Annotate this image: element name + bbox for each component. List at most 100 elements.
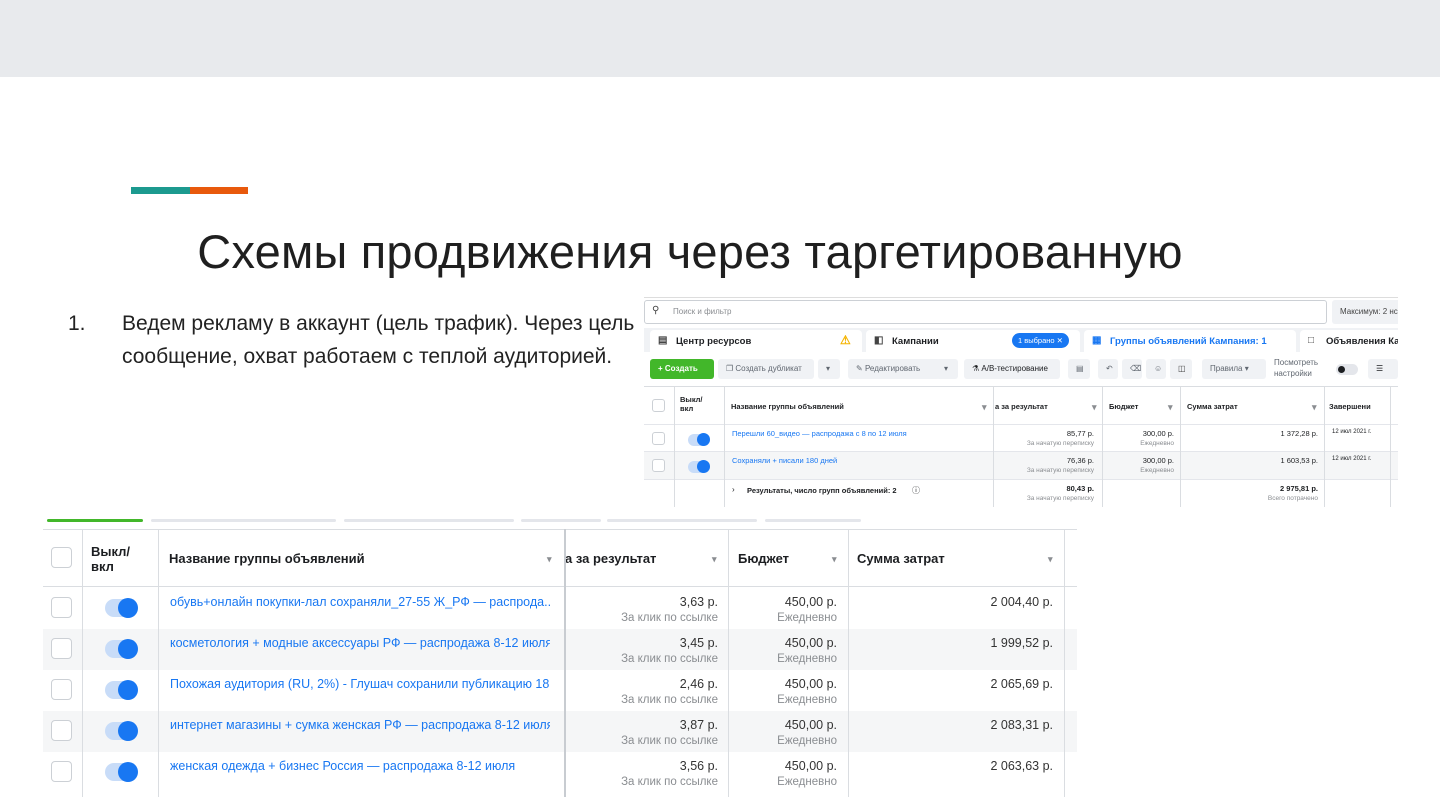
- toolbar-button-stub: [765, 519, 861, 522]
- slide-top-band: [0, 0, 1440, 77]
- selected-badge-label: 1 выбрано: [1018, 336, 1055, 345]
- row-spend: 1 999,52 р.: [990, 636, 1053, 650]
- tab-resource-center[interactable]: ▤ Центр ресурсов ⚠: [650, 330, 862, 352]
- edit-button[interactable]: ✎ Редактировать: [848, 359, 940, 379]
- row-checkbox[interactable]: [51, 597, 72, 618]
- toggle-knob: [118, 598, 138, 618]
- row-checkbox[interactable]: [51, 720, 72, 741]
- row-budget: 450,00 р.: [784, 677, 837, 691]
- select-all-checkbox[interactable]: [652, 399, 665, 412]
- row-toggle[interactable]: [688, 460, 710, 473]
- table-row[interactable]: обувь+онлайн покупки-лал сохраняли_27-55…: [43, 588, 1077, 629]
- row-name-link[interactable]: Сохраняли + писали 180 дней: [732, 456, 837, 483]
- sort-icon[interactable]: ▾: [547, 554, 552, 565]
- sort-icon[interactable]: ▾: [832, 554, 837, 565]
- sort-icon[interactable]: ▾: [712, 554, 717, 565]
- row-name-link[interactable]: Похожая аудитория (RU, 2%) - Глушач сохр…: [170, 677, 550, 691]
- column-divider: [724, 387, 725, 507]
- archive-icon[interactable]: ▤: [1068, 359, 1090, 379]
- table-row[interactable]: Похожая аудитория (RU, 2%) - Глушач сохр…: [43, 670, 1077, 711]
- row-name-link[interactable]: косметология + модные аксессуары РФ — ра…: [170, 636, 550, 650]
- row-toggle[interactable]: [105, 680, 138, 700]
- column-divider: [158, 529, 159, 797]
- sort-icon[interactable]: ▾: [1092, 402, 1097, 413]
- toggle-knob: [118, 639, 138, 659]
- select-all-checkbox[interactable]: [51, 547, 72, 568]
- row-toggle[interactable]: [105, 639, 138, 659]
- ads-manager-screenshot-small: ⚲ Поиск и фильтр Максимум: 2 нс ▤ Центр …: [644, 297, 1398, 507]
- toolbar-button-stub: [607, 519, 757, 522]
- sort-icon[interactable]: ▾: [1312, 402, 1317, 413]
- row-end: 12 июл 2021 г.: [1332, 456, 1372, 462]
- table-row[interactable]: косметология + модные аксессуары РФ — ра…: [43, 629, 1077, 670]
- toolbar-button-stub: [344, 519, 514, 522]
- column-divider: [674, 387, 675, 507]
- row-cost: 3,45 р.: [679, 636, 718, 650]
- create-button[interactable]: + Создать: [650, 359, 714, 379]
- table-row[interactable]: женская одежда + бизнес Россия — распрод…: [43, 752, 1077, 793]
- rules-button[interactable]: Правила ▾: [1202, 359, 1266, 379]
- row-toggle[interactable]: [105, 721, 138, 741]
- row-checkbox[interactable]: [51, 638, 72, 659]
- column-resize-handle[interactable]: ⋮: [1072, 551, 1077, 565]
- row-checkbox[interactable]: [652, 459, 665, 472]
- row-spend: 2 063,63 р.: [990, 759, 1053, 773]
- row-name-link[interactable]: интернет магазины + сумка женская РФ — р…: [170, 718, 550, 732]
- row-toggle[interactable]: [688, 433, 710, 446]
- toolbar: + Создать ❐ Создать дубликат ▾ ✎ Редакти…: [644, 356, 1398, 382]
- duplicate-button[interactable]: ❐ Создать дубликат: [718, 359, 814, 379]
- row-budget-sub: Ежедневно: [777, 776, 837, 788]
- columns-icon[interactable]: ☰: [1368, 359, 1398, 379]
- warning-icon: ⚠: [840, 333, 851, 347]
- table-row[interactable]: интернет магазины + сумка женская РФ — р…: [43, 711, 1077, 752]
- view-settings-label[interactable]: Посмотреть настройки: [1274, 357, 1318, 379]
- row-toggle[interactable]: [105, 762, 138, 782]
- row-name-link[interactable]: женская одежда + бизнес Россия — распрод…: [170, 759, 550, 773]
- preview-icon[interactable]: ◫: [1170, 359, 1192, 379]
- selected-badge[interactable]: 1 выбрано ✕: [1012, 333, 1069, 348]
- row-cost: 2,46 р.: [679, 677, 718, 691]
- create-button-stub: [47, 519, 143, 522]
- rules-label: Правила: [1210, 364, 1243, 373]
- totals-label: Результаты, число групп объявлений: 2: [747, 486, 897, 495]
- bullet-number: 1.: [68, 312, 86, 335]
- search-filter-input[interactable]: ⚲ Поиск и фильтр: [644, 300, 1327, 324]
- edit-dropdown[interactable]: ▾: [936, 359, 958, 379]
- ab-test-button[interactable]: ⚗ А/В-тестирование: [964, 359, 1060, 379]
- row-checkbox[interactable]: [51, 761, 72, 782]
- table-row[interactable]: Сохраняли + писали 180 дней 76,36 р. За …: [644, 452, 1398, 480]
- row-budget-sub: Ежедневно: [777, 653, 837, 665]
- row-toggle[interactable]: [105, 598, 138, 618]
- edit-label: Редактировать: [864, 364, 921, 373]
- table-row[interactable]: Перешли 60_видео — распродажа с 8 по 12 …: [644, 425, 1398, 452]
- sort-icon[interactable]: ▾: [1168, 402, 1173, 413]
- header-budget[interactable]: Бюджет: [738, 551, 789, 566]
- tab-ads[interactable]: □ Объявления Ка: [1300, 330, 1398, 352]
- audience-icon[interactable]: ☺: [1146, 359, 1166, 379]
- row-budget-sub: Ежедневно: [777, 735, 837, 747]
- trash-icon[interactable]: ⌫: [1122, 359, 1142, 379]
- sort-icon[interactable]: ▾: [982, 402, 987, 413]
- ad-sets-table-small: Выкл/ вкл Название группы объявлений ▾ а…: [644, 386, 1398, 507]
- tab-label: Кампании: [892, 336, 939, 347]
- totals-spend-sub: Всего потрачено: [1267, 495, 1318, 502]
- row-cost-sub: За клик по ссылке: [621, 735, 718, 747]
- tab-campaigns[interactable]: ◧ Кампании 1 выбрано ✕: [866, 330, 1080, 352]
- header-cost[interactable]: а за результат: [565, 551, 725, 566]
- tab-ad-sets[interactable]: ▦ Группы объявлений Кампания: 1: [1084, 330, 1296, 352]
- undo-icon[interactable]: ↶: [1098, 359, 1118, 379]
- toolbar-cutoff: [43, 507, 1077, 523]
- header-toggle[interactable]: Выкл/ вкл: [91, 544, 141, 574]
- header-name[interactable]: Название группы объявлений: [169, 551, 365, 566]
- expand-chevron-icon[interactable]: ›: [732, 485, 735, 507]
- duplicate-dropdown[interactable]: ▾: [818, 359, 840, 379]
- toolbar-button-stub: [151, 519, 336, 522]
- row-checkbox[interactable]: [51, 679, 72, 700]
- row-name-link[interactable]: обувь+онлайн покупки-лал сохраняли_27-55…: [170, 595, 550, 609]
- sort-icon[interactable]: ▾: [1048, 554, 1053, 565]
- row-checkbox[interactable]: [652, 432, 665, 445]
- header-spend[interactable]: Сумма затрат: [857, 551, 945, 566]
- info-icon[interactable]: ⓘ: [912, 485, 920, 507]
- totals-cost-sub: За начатую переписку: [1026, 495, 1094, 502]
- view-settings-toggle[interactable]: [1336, 364, 1358, 375]
